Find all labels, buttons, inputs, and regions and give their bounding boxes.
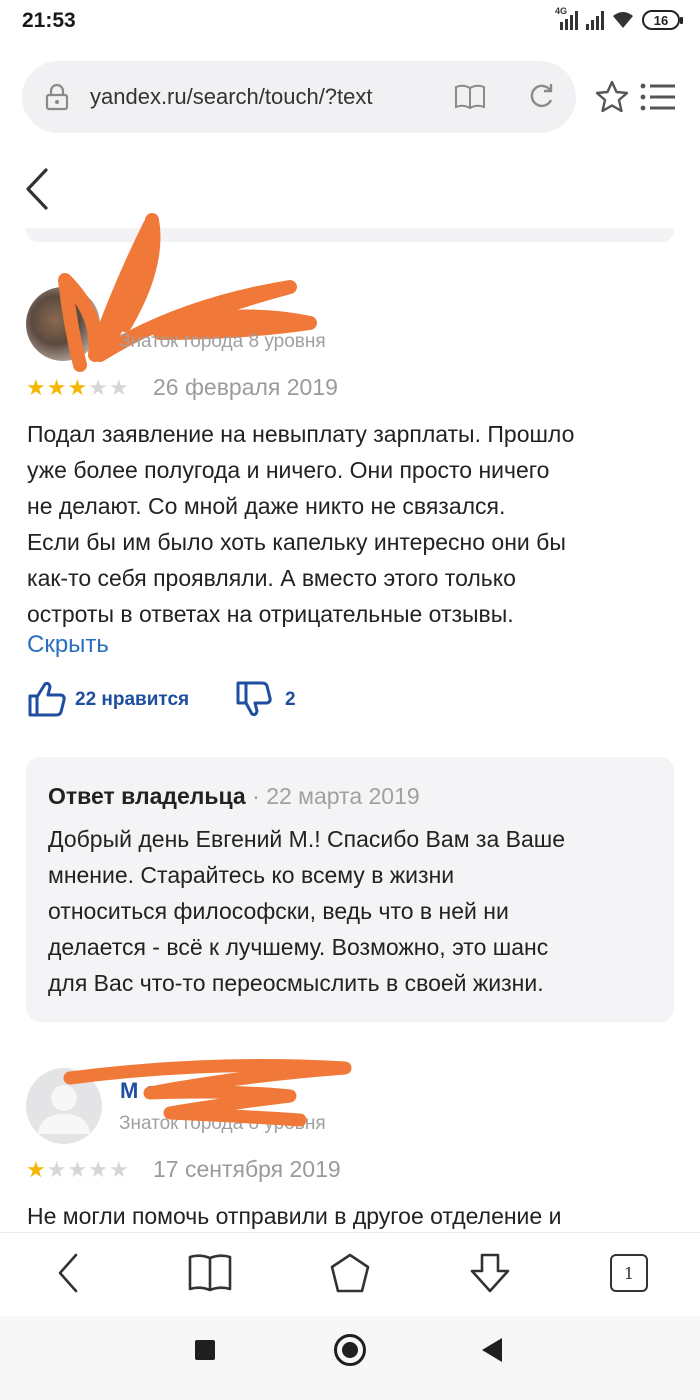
review-line: уже более полугода и ничего. Они просто … [27, 457, 550, 483]
star-filled-icon: ★ [67, 375, 88, 400]
review-line: Если бы им было хоть капельку интересно … [27, 529, 566, 555]
reply-line: для Вас что-то переосмыслить в своей жиз… [48, 970, 544, 996]
avatar-placeholder[interactable] [26, 1068, 102, 1144]
back-arrow-icon[interactable] [20, 166, 56, 212]
reply-author: Ответ владельца [48, 783, 246, 809]
star-empty-icon: ★ [108, 375, 129, 400]
reply-separator: · [252, 783, 260, 809]
signal-icon [586, 10, 604, 30]
lock-icon [45, 83, 69, 111]
like-count[interactable]: 22 нравится [75, 689, 189, 711]
status-time: 21:53 [22, 9, 76, 32]
reply-line: мнение. Старайтесь ко всему в жизни [48, 862, 455, 888]
wifi-icon [613, 12, 633, 28]
review-date: 26 февраля 2019 [153, 374, 338, 400]
reply-line: делается - всё к лучшему. Возможно, это … [48, 934, 549, 960]
signal-4g-icon: 4G [555, 6, 578, 30]
avatar[interactable] [26, 287, 100, 361]
battery-icon: 16 [642, 10, 683, 30]
star-filled-icon: ★ [26, 375, 46, 400]
status-icons: 4G 16 [555, 6, 683, 30]
reader-mode-icon[interactable] [454, 83, 486, 111]
star-empty-icon: ★ [67, 1157, 88, 1182]
reply-line: относиться философски, ведь что в ней ни [48, 898, 509, 924]
system-nav-bar [0, 1316, 700, 1400]
tabs-count-button[interactable]: 1 [610, 1254, 648, 1292]
review-line: Подал заявление на невыплату зарплаты. П… [27, 421, 575, 447]
review-line: как-то себя проявляли. А вместо этого то… [27, 565, 516, 591]
back-triangle-icon[interactable] [482, 1338, 502, 1362]
hide-link[interactable]: Скрыть [27, 631, 109, 659]
rating-stars: ★ ★ ★ ★ ★ [26, 1159, 129, 1181]
author-level: Знаток города 8 уровня [119, 331, 326, 352]
download-arrow-icon[interactable] [466, 1251, 514, 1295]
address-bar[interactable]: yandex.ru/search/touch/?text [22, 61, 576, 133]
star-empty-icon: ★ [108, 1157, 129, 1182]
review-date: 17 сентября 2019 [153, 1156, 341, 1182]
browser-back-icon[interactable] [46, 1251, 94, 1295]
review-text: Не могли помочь отправили в другое отдел… [27, 1198, 677, 1234]
review-line: не делают. Со мной даже никто не связалс… [27, 493, 506, 519]
reply-header: Ответ владельца · 22 марта 2019 [48, 783, 420, 810]
rating-stars: ★ ★ ★ ★ ★ [26, 377, 129, 399]
reload-icon[interactable] [526, 81, 556, 111]
review-line: Не могли помочь отправили в другое отдел… [27, 1203, 562, 1229]
browser-toolbar: 1 [0, 1232, 700, 1314]
thumbs-up-icon[interactable] [27, 680, 67, 718]
reply-date: 22 марта 2019 [266, 783, 420, 809]
dislike-count[interactable]: 2 [285, 689, 296, 711]
url-text[interactable]: yandex.ru/search/touch/?text [90, 84, 442, 110]
star-empty-icon: ★ [46, 1157, 67, 1182]
review-line: остроты в ответах на отрицательные отзыв… [27, 601, 514, 627]
home-icon[interactable] [334, 1334, 366, 1366]
battery-level: 16 [653, 12, 669, 28]
previous-card-edge [26, 228, 674, 242]
star-filled-icon: ★ [26, 1157, 46, 1182]
status-bar: 21:53 4G 16 [0, 0, 700, 44]
review-text: Подал заявление на невыплату зарплаты. П… [27, 416, 677, 632]
star-empty-icon: ★ [88, 375, 108, 400]
star-filled-icon: ★ [46, 375, 67, 400]
home-pentagon-icon[interactable] [326, 1251, 374, 1295]
user-silhouette-icon [38, 1085, 90, 1134]
owner-reply: Ответ владельца · 22 марта 2019 Добрый д… [26, 757, 674, 1022]
menu-icon[interactable] [640, 82, 676, 112]
author-level: Знаток города 8 уровня [119, 1113, 326, 1134]
recent-apps-icon[interactable] [195, 1340, 215, 1360]
reply-text: Добрый день Евгений М.! Спасибо Вам за В… [48, 821, 668, 1001]
star-empty-icon: ★ [88, 1157, 108, 1182]
bookmarks-book-icon[interactable] [186, 1251, 234, 1295]
bookmark-star-icon[interactable] [594, 79, 630, 115]
reply-line: Добрый день Евгений М.! Спасибо Вам за В… [48, 826, 565, 852]
thumbs-down-icon[interactable] [235, 680, 273, 718]
author-name[interactable]: М с [120, 1078, 157, 1104]
